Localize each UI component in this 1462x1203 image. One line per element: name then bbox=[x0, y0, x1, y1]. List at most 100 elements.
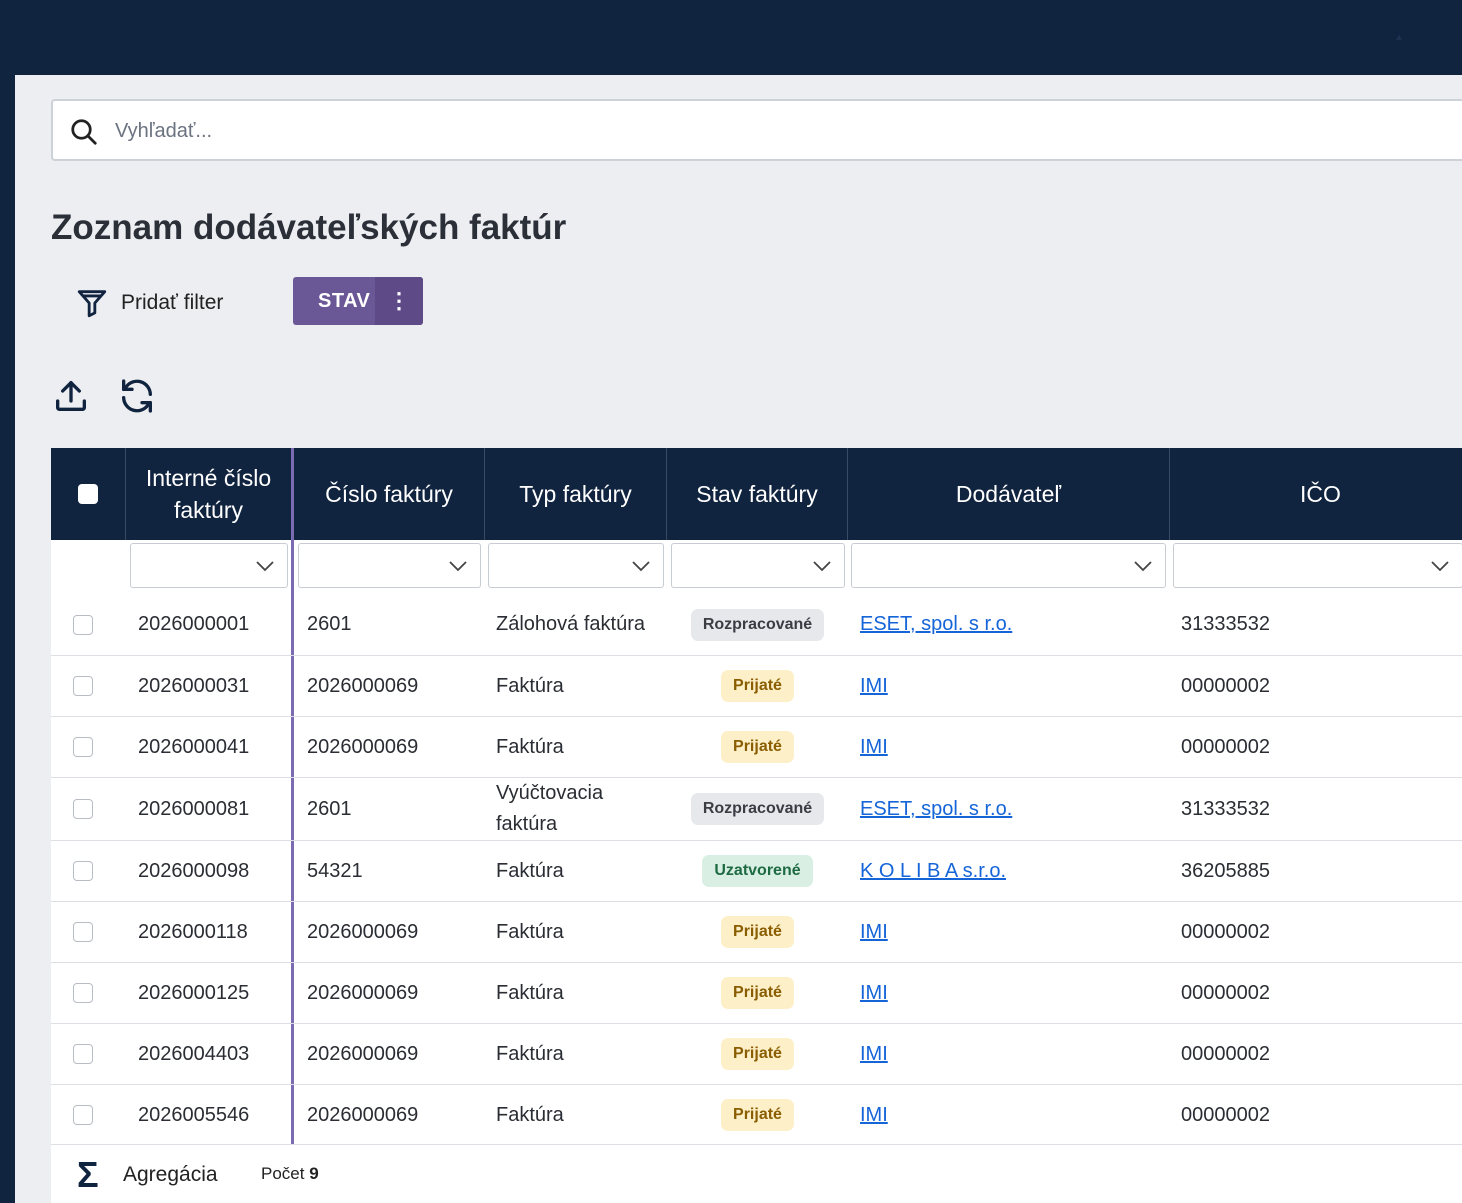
left-sidebar-edge bbox=[0, 75, 15, 1203]
status-cell: Uzatvorené bbox=[667, 841, 848, 901]
filter-invoice-type[interactable] bbox=[488, 543, 664, 588]
row-checkbox[interactable] bbox=[73, 737, 93, 757]
status-badge: Prijaté bbox=[721, 731, 794, 763]
invoice-number: 2601 bbox=[307, 797, 352, 820]
internal-number: 2026000081 bbox=[138, 797, 250, 820]
search-bar bbox=[51, 99, 1462, 161]
invoice-number: 2026000069 bbox=[307, 1042, 419, 1065]
supplier-link[interactable]: IMI bbox=[860, 736, 888, 759]
add-filter-button[interactable]: Pridať filter bbox=[75, 282, 223, 324]
frozen-column-divider bbox=[291, 902, 294, 962]
chevron-down-icon bbox=[256, 561, 274, 572]
sigma-icon: Σ bbox=[77, 1154, 99, 1195]
row-checkbox-cell[interactable] bbox=[51, 1085, 115, 1145]
status-filter-chip-label: STAV bbox=[318, 290, 371, 312]
supplier-cell: K O L I B A s.r.o. bbox=[860, 841, 1160, 901]
header-select-all[interactable] bbox=[51, 448, 126, 540]
row-checkbox-cell[interactable] bbox=[51, 717, 115, 777]
invoice-number: 2026000069 bbox=[307, 1103, 419, 1126]
supplier-link[interactable]: ESET, spol. s r.o. bbox=[860, 613, 1012, 636]
table-row[interactable]: 2026000031 2026000069 Faktúra Prijaté IMI 000… bbox=[51, 656, 1462, 717]
add-filter-label: Pridať filter bbox=[121, 291, 224, 314]
supplier-link[interactable]: IMI bbox=[860, 1043, 888, 1066]
table-row[interactable]: 2026005546 2026000069 Faktúra Prijaté IMI 000… bbox=[51, 1085, 1462, 1146]
header-supplier[interactable]: Dodávateľ bbox=[848, 448, 1170, 540]
select-all-checkbox[interactable] bbox=[78, 484, 98, 504]
row-checkbox-cell[interactable] bbox=[51, 656, 115, 716]
table-row[interactable]: 2026000081 2601 Vyúčtovacia faktúra Rozprac… bbox=[51, 778, 1462, 841]
row-checkbox-cell[interactable] bbox=[51, 778, 115, 840]
row-checkbox-cell[interactable] bbox=[51, 963, 115, 1023]
row-checkbox-cell[interactable] bbox=[51, 841, 115, 901]
supplier-link[interactable]: IMI bbox=[860, 982, 888, 1005]
row-checkbox[interactable] bbox=[73, 799, 93, 819]
ico: 00000002 bbox=[1181, 981, 1270, 1004]
table-row[interactable]: 2026000001 2601 Zálohová faktúra Rozpracova… bbox=[51, 594, 1462, 656]
filter-invoice-status[interactable] bbox=[671, 543, 845, 588]
export-button[interactable] bbox=[51, 376, 91, 416]
frozen-column-divider bbox=[291, 1085, 294, 1145]
supplier-link[interactable]: IMI bbox=[860, 1104, 888, 1127]
search-input[interactable] bbox=[113, 113, 1317, 149]
status-badge: Prijaté bbox=[721, 1099, 794, 1131]
chevron-down-icon bbox=[1134, 561, 1152, 572]
row-checkbox-cell[interactable] bbox=[51, 1024, 115, 1084]
supplier-cell: IMI bbox=[860, 1024, 1160, 1084]
upload-icon bbox=[56, 381, 87, 411]
filter-supplier[interactable] bbox=[851, 543, 1166, 588]
row-checkbox[interactable] bbox=[73, 861, 93, 881]
row-checkbox[interactable] bbox=[73, 1044, 93, 1064]
invoice-type: Faktúra bbox=[496, 920, 564, 943]
row-checkbox-cell[interactable] bbox=[51, 594, 115, 655]
internal-number: 2026000031 bbox=[138, 674, 250, 697]
invoice-number: 2026000069 bbox=[307, 674, 419, 697]
table-row[interactable]: 2026000098 54321 Faktúra Uzatvorené K O L I … bbox=[51, 841, 1462, 902]
supplier-link[interactable]: ESET, spol. s r.o. bbox=[860, 798, 1012, 821]
refresh-button[interactable] bbox=[117, 376, 157, 416]
caret-up-icon: ▲ bbox=[1394, 32, 1404, 43]
status-cell: Prijaté bbox=[667, 656, 848, 716]
supplier-link[interactable]: IMI bbox=[860, 921, 888, 944]
filter-invoice-number[interactable] bbox=[298, 543, 481, 588]
table-row[interactable]: 2026000041 2026000069 Faktúra Prijaté IMI 000… bbox=[51, 717, 1462, 778]
frozen-column-divider bbox=[291, 1024, 294, 1084]
header-invoice-type[interactable]: Typ faktúry bbox=[485, 448, 667, 540]
internal-number: 2026004403 bbox=[138, 1042, 250, 1065]
filter-ico[interactable] bbox=[1173, 543, 1462, 588]
header-internal-number[interactable]: Interné číslo faktúry bbox=[126, 448, 294, 540]
status-filter-chip[interactable]: STAV ⋮ bbox=[293, 277, 423, 325]
invoice-type: Faktúra bbox=[496, 1103, 564, 1126]
header-invoice-status[interactable]: Stav faktúry bbox=[667, 448, 848, 540]
filter-internal-number[interactable] bbox=[130, 543, 288, 588]
row-checkbox[interactable] bbox=[73, 676, 93, 696]
header-invoice-number[interactable]: Číslo faktúry bbox=[294, 448, 485, 540]
row-checkbox[interactable] bbox=[73, 922, 93, 942]
chevron-down-icon bbox=[449, 561, 467, 572]
row-checkbox-cell[interactable] bbox=[51, 902, 115, 962]
row-checkbox[interactable] bbox=[73, 983, 93, 1003]
invoice-type: Faktúra bbox=[496, 674, 564, 697]
supplier-link[interactable]: IMI bbox=[860, 675, 888, 698]
count-value: 9 bbox=[309, 1164, 319, 1183]
chip-menu-icon[interactable]: ⋮ bbox=[375, 277, 423, 325]
status-cell: Prijaté bbox=[667, 717, 848, 777]
supplier-cell: IMI bbox=[860, 902, 1160, 962]
funnel-icon bbox=[77, 290, 107, 318]
supplier-cell: ESET, spol. s r.o. bbox=[860, 594, 1160, 655]
row-checkbox[interactable] bbox=[73, 1105, 93, 1125]
status-cell: Rozpracované bbox=[667, 594, 848, 655]
status-cell: Prijaté bbox=[667, 1085, 848, 1145]
table-row[interactable]: 2026000118 2026000069 Faktúra Prijaté IMI 000… bbox=[51, 902, 1462, 963]
row-checkbox[interactable] bbox=[73, 614, 93, 635]
ico: 00000002 bbox=[1181, 735, 1270, 758]
frozen-column-divider bbox=[291, 540, 294, 594]
table-row[interactable]: 2026004403 2026000069 Faktúra Prijaté IMI 000… bbox=[51, 1024, 1462, 1085]
aggregation-label[interactable]: Agregácia bbox=[123, 1163, 218, 1187]
row-count: Počet 9 bbox=[261, 1164, 319, 1184]
table-row[interactable]: 2026000125 2026000069 Faktúra Prijaté IMI 000… bbox=[51, 963, 1462, 1024]
chevron-down-icon bbox=[1431, 561, 1449, 572]
ico: 00000002 bbox=[1181, 920, 1270, 943]
supplier-link[interactable]: K O L I B A s.r.o. bbox=[860, 860, 1006, 883]
frozen-column-divider bbox=[291, 963, 294, 1023]
header-ico[interactable]: IČO bbox=[1170, 448, 1462, 540]
